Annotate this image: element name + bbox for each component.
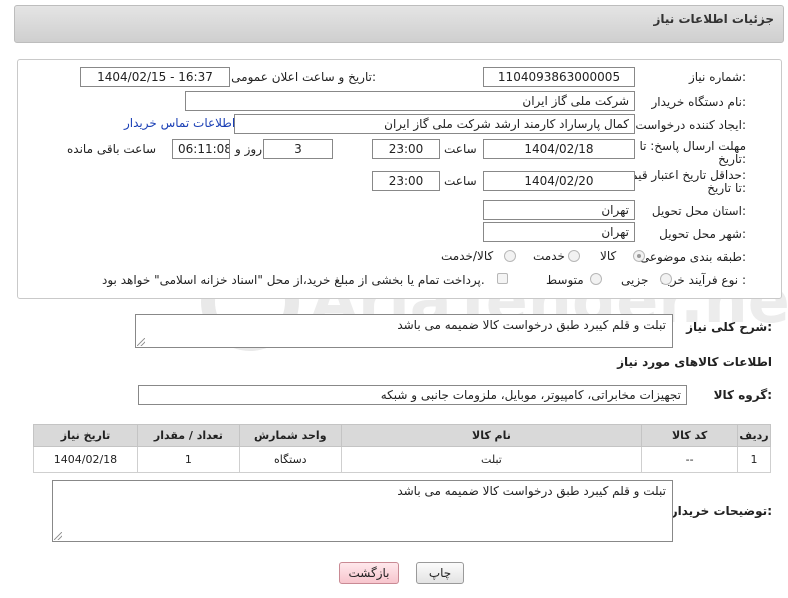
col-date: تاریخ نیاز	[33, 424, 138, 447]
price-label-1: حداقل تاریخ اعتبار قیمت:	[619, 168, 746, 182]
cell-code: --	[641, 446, 739, 473]
description-textarea[interactable]: تبلت و قلم کیبرد طبق درخواست کالا ضمیمه …	[135, 314, 673, 348]
deadline-time-field: 23:00	[372, 139, 440, 159]
price-date-field: 1404/02/20	[483, 171, 635, 191]
category-radio-both[interactable]	[504, 250, 516, 262]
creator-label: ایجاد کننده درخواست:	[635, 118, 746, 132]
category-radio-service[interactable]	[568, 250, 580, 262]
days-label: روز و	[235, 142, 262, 156]
cell-row: 1	[737, 446, 771, 473]
category-label: طبقه بندی موضوعی:	[639, 250, 746, 264]
creator-field: کمال پارساراد کارمند ارشد شرکت ملی گاز ا…	[234, 114, 635, 134]
price-label-2: تا تاریخ:	[707, 181, 746, 195]
back-button[interactable]: بازگشت	[339, 562, 399, 584]
description-label: شرح کلی نیاز:	[686, 320, 772, 334]
announce-field: 1404/02/15 - 16:37	[80, 67, 230, 87]
price-time-label: ساعت	[444, 174, 477, 188]
remaining-label: ساعت باقی مانده	[67, 142, 157, 156]
category-option-service: خدمت	[533, 249, 565, 263]
cell-unit: دستگاه	[238, 446, 342, 473]
province-field: تهران	[483, 200, 635, 220]
buyer-org-label: نام دستگاه خریدار:	[651, 95, 747, 109]
cell-date: 1404/02/18	[33, 446, 138, 473]
page-title: جزئیات اطلاعات نیاز	[653, 12, 774, 26]
col-code: کد کالا	[641, 424, 739, 447]
goods-section-title: اطلاعات کالاهای مورد نیاز	[617, 355, 772, 369]
resize-handle-icon[interactable]	[54, 532, 62, 540]
cell-name: تبلت	[340, 446, 643, 473]
deadline-date-field: 1404/02/18	[483, 139, 635, 159]
cell-quantity: 1	[136, 446, 240, 473]
price-time-field: 23:00	[372, 171, 440, 191]
goods-table: ردیف کد کالا نام کالا واحد شمارش تعداد /…	[33, 424, 771, 473]
city-label: شهر محل تحویل:	[659, 227, 746, 241]
process-radio-minor[interactable]	[660, 273, 672, 285]
goods-group-field: تجهیزات مخابراتی، کامپیوتر، موبایل، ملزو…	[138, 385, 687, 405]
goods-group-label: گروه کالا:	[713, 388, 772, 402]
province-label: استان محل تحویل:	[651, 204, 746, 218]
col-unit: واحد شمارش	[238, 424, 342, 447]
need-number-label: شماره نیاز:	[688, 70, 746, 84]
deadline-time-label: ساعت	[444, 142, 477, 156]
treasury-checkbox[interactable]	[497, 273, 508, 284]
deadline-label-2: تاریخ:	[718, 152, 746, 166]
category-radio-goods[interactable]	[633, 250, 645, 262]
city-field: تهران	[483, 222, 635, 242]
category-option-goods: کالا	[600, 249, 617, 263]
category-option-both: کالا/خدمت	[441, 249, 494, 263]
buyer-contact-link[interactable]: اطلاعات تماس خریدار	[124, 116, 235, 130]
need-number-field: 1104093863000005	[483, 67, 635, 87]
col-quantity: تعداد / مقدار	[136, 424, 240, 447]
buyer-org-field: شرکت ملی گاز ایران	[185, 91, 635, 111]
process-label: نوع فرآیند خرید :	[661, 273, 746, 287]
col-name: نام کالا	[340, 424, 643, 447]
process-option-minor: جزیی	[621, 273, 649, 287]
days-field: 3	[263, 139, 333, 159]
announce-label: تاریخ و ساعت اعلان عمومی:	[231, 70, 376, 84]
print-button[interactable]: چاپ	[416, 562, 464, 584]
process-option-medium: متوسط	[546, 273, 584, 287]
deadline-label-1: مهلت ارسال پاسخ: تا	[639, 139, 746, 153]
buyer-notes-label: توضیحات خریدار:	[670, 504, 772, 518]
resize-handle-icon[interactable]	[137, 338, 145, 346]
buyer-notes-textarea[interactable]: تبلت و قلم کیبرد طبق درخواست کالا ضمیمه …	[52, 480, 673, 542]
process-radio-medium[interactable]	[590, 273, 602, 285]
payment-note: پرداخت تمام یا بخشی از مبلغ خرید،از محل …	[102, 273, 485, 287]
col-row: ردیف	[737, 424, 771, 447]
table-row: 1 -- تبلت دستگاه 1 1404/02/18	[33, 446, 771, 473]
remaining-time-field: 06:11:08	[172, 139, 230, 159]
